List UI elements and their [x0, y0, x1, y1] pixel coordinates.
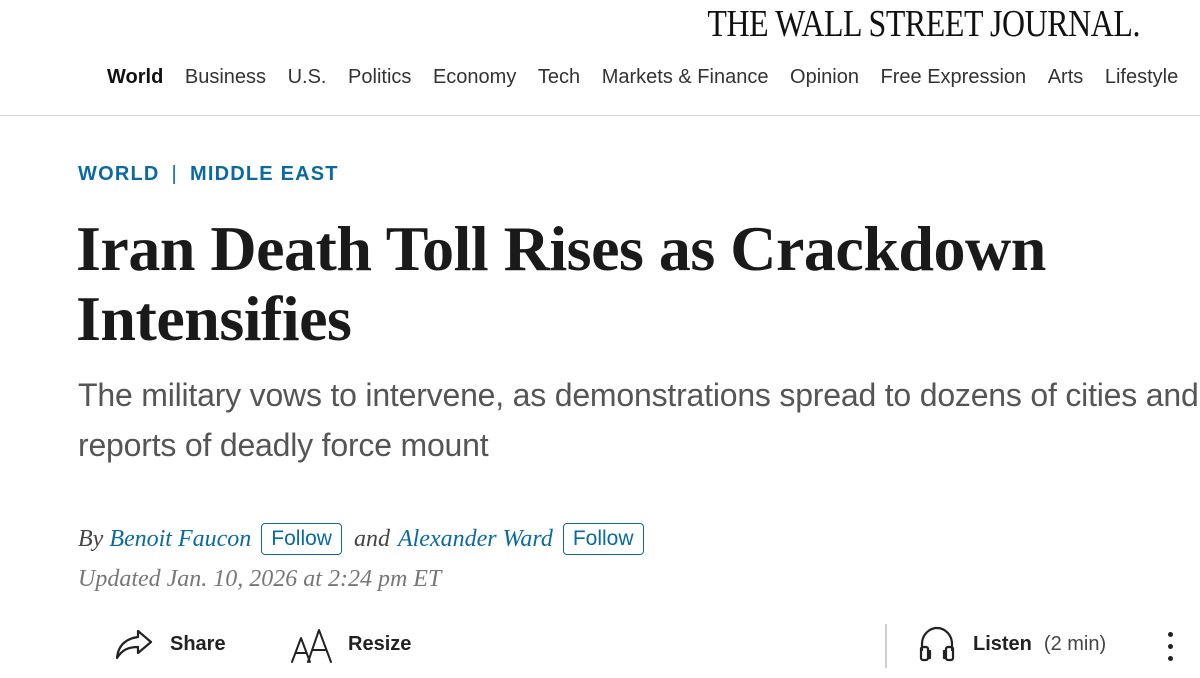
listen-duration: (2 min)	[1043, 632, 1107, 655]
nav-item-politics[interactable]: Politics	[348, 66, 411, 89]
nav-item-business[interactable]: Business	[185, 66, 266, 89]
nav-item-free-expression[interactable]: Free Expression	[881, 66, 1027, 89]
byline-by: By	[78, 525, 104, 552]
nav-item-us[interactable]: U.S.	[288, 66, 327, 89]
section-link-world[interactable]: WORLD	[78, 163, 160, 185]
resize-label: Resize	[348, 632, 412, 655]
share-button[interactable]: Share	[114, 620, 226, 668]
listen-button[interactable]: Listen (2 min)	[917, 620, 1106, 668]
nav-item-arts[interactable]: Arts	[1048, 66, 1084, 89]
text-size-icon	[290, 624, 334, 664]
share-arrow-icon	[114, 627, 154, 661]
nav-item-tech[interactable]: Tech	[538, 66, 580, 89]
author-link-benoit-faucon[interactable]: Benoit Faucon	[109, 526, 251, 553]
nav-item-economy[interactable]: Economy	[433, 66, 516, 89]
nav-divider	[0, 115, 1200, 116]
toolbar-divider	[885, 624, 887, 668]
byline: By Benoit Faucon Follow and Alexander Wa…	[78, 521, 644, 557]
follow-button-author2[interactable]: Follow	[562, 523, 644, 555]
vertical-ellipsis-icon	[1167, 655, 1173, 661]
nav-item-lifestyle[interactable]: Lifestyle	[1105, 66, 1178, 89]
vertical-ellipsis-icon	[1167, 643, 1173, 649]
follow-button-author1[interactable]: Follow	[261, 523, 342, 555]
byline-and: and	[353, 525, 390, 552]
vertical-ellipsis-icon	[1167, 631, 1173, 637]
section-link-middle-east[interactable]: MIDDLE EAST	[190, 163, 339, 185]
nav-item-opinion[interactable]: Opinion	[790, 66, 859, 89]
more-options-button[interactable]	[1158, 624, 1182, 668]
listen-label: Listen	[973, 632, 1032, 655]
nav-item-markets-finance[interactable]: Markets & Finance	[602, 66, 769, 89]
resize-button[interactable]: Resize	[290, 620, 411, 668]
headphones-icon	[917, 624, 957, 664]
nav-item-world[interactable]: World	[107, 66, 163, 89]
section-breadcrumb: WORLD | MIDDLE EAST	[78, 163, 339, 186]
breadcrumb-separator: |	[171, 163, 178, 185]
updated-timestamp: Updated Jan. 10, 2026 at 2:24 pm ET	[78, 566, 442, 592]
masthead-logo[interactable]: THE WALL STREET JOURNAL.	[707, 2, 1140, 46]
main-nav: World Business U.S. Politics Economy Tec…	[107, 66, 1200, 96]
article-headline: Iran Death Toll Rises as Crackdown Inten…	[76, 213, 1046, 354]
author-link-alexander-ward[interactable]: Alexander Ward	[398, 526, 553, 553]
share-label: Share	[170, 632, 226, 655]
article-dek: The military vows to intervene, as demon…	[78, 377, 1199, 463]
